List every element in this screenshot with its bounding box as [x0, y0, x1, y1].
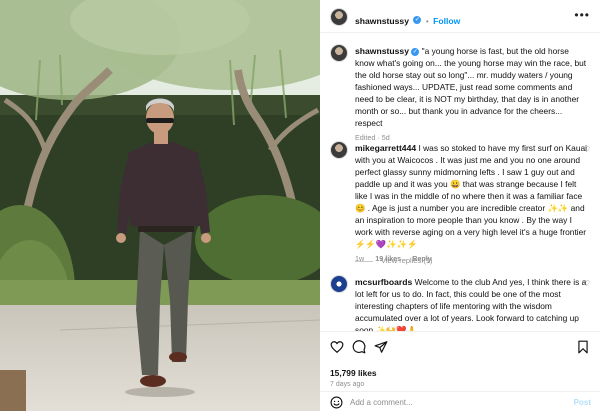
header-line: shawnstussy ✓ • Follow — [355, 11, 460, 29]
more-icon[interactable]: ••• — [574, 8, 590, 22]
heart-icon[interactable]: ♡ — [583, 279, 590, 288]
heart-icon[interactable] — [330, 340, 344, 354]
view-replies-button[interactable]: View replies (1) — [355, 256, 433, 265]
photo-scene — [0, 0, 320, 411]
avatar[interactable] — [330, 8, 348, 26]
add-comment-input[interactable] — [350, 395, 550, 410]
comment-body: mcsurfboards Welcome to the club And yes… — [355, 276, 587, 331]
avatar[interactable] — [330, 141, 348, 159]
verified-icon: ✓ — [411, 47, 420, 56]
caption-username[interactable]: shawnstussy — [355, 46, 409, 56]
verified-icon: ✓ — [413, 15, 422, 24]
caption-text: "a young horse is fast, but the old hors… — [355, 46, 587, 128]
follow-button[interactable]: Follow — [433, 16, 460, 26]
bookmark-icon[interactable] — [576, 340, 590, 354]
post-comment-button[interactable]: Post — [574, 398, 591, 407]
heart-icon[interactable]: ♡ — [583, 145, 590, 154]
comment-text: I was so stoked to have my first surf on… — [355, 143, 587, 249]
posted-time: 7 days ago — [330, 381, 365, 388]
avatar[interactable] — [330, 44, 348, 62]
add-comment-row: Post — [320, 391, 600, 411]
post-header: shawnstussy ✓ • Follow ••• — [320, 0, 600, 33]
comment-username[interactable]: mikegarrett444 — [355, 143, 416, 153]
avatar[interactable] — [330, 275, 348, 293]
share-icon[interactable] — [374, 340, 388, 354]
actions-bar: 15,799 likes 7 days ago Post — [320, 331, 600, 411]
comment-body: mikegarrett444 I was so stoked to have m… — [355, 142, 587, 265]
post-panel: shawnstussy ✓ • Follow ••• shawnstussy ✓… — [320, 0, 600, 411]
comment-username[interactable]: mcsurfboards — [355, 277, 412, 287]
smiley-icon[interactable] — [330, 396, 343, 409]
post-photo[interactable] — [0, 0, 320, 411]
comments-list[interactable]: shawnstussy ✓ "a young horse is fast, bu… — [320, 34, 600, 331]
comment-icon[interactable] — [352, 340, 366, 354]
likes-count[interactable]: 15,799 likes — [330, 368, 377, 378]
separator: • — [425, 17, 429, 26]
caption-body: shawnstussy ✓ "a young horse is fast, bu… — [355, 45, 587, 144]
header-username[interactable]: shawnstussy — [355, 16, 409, 26]
